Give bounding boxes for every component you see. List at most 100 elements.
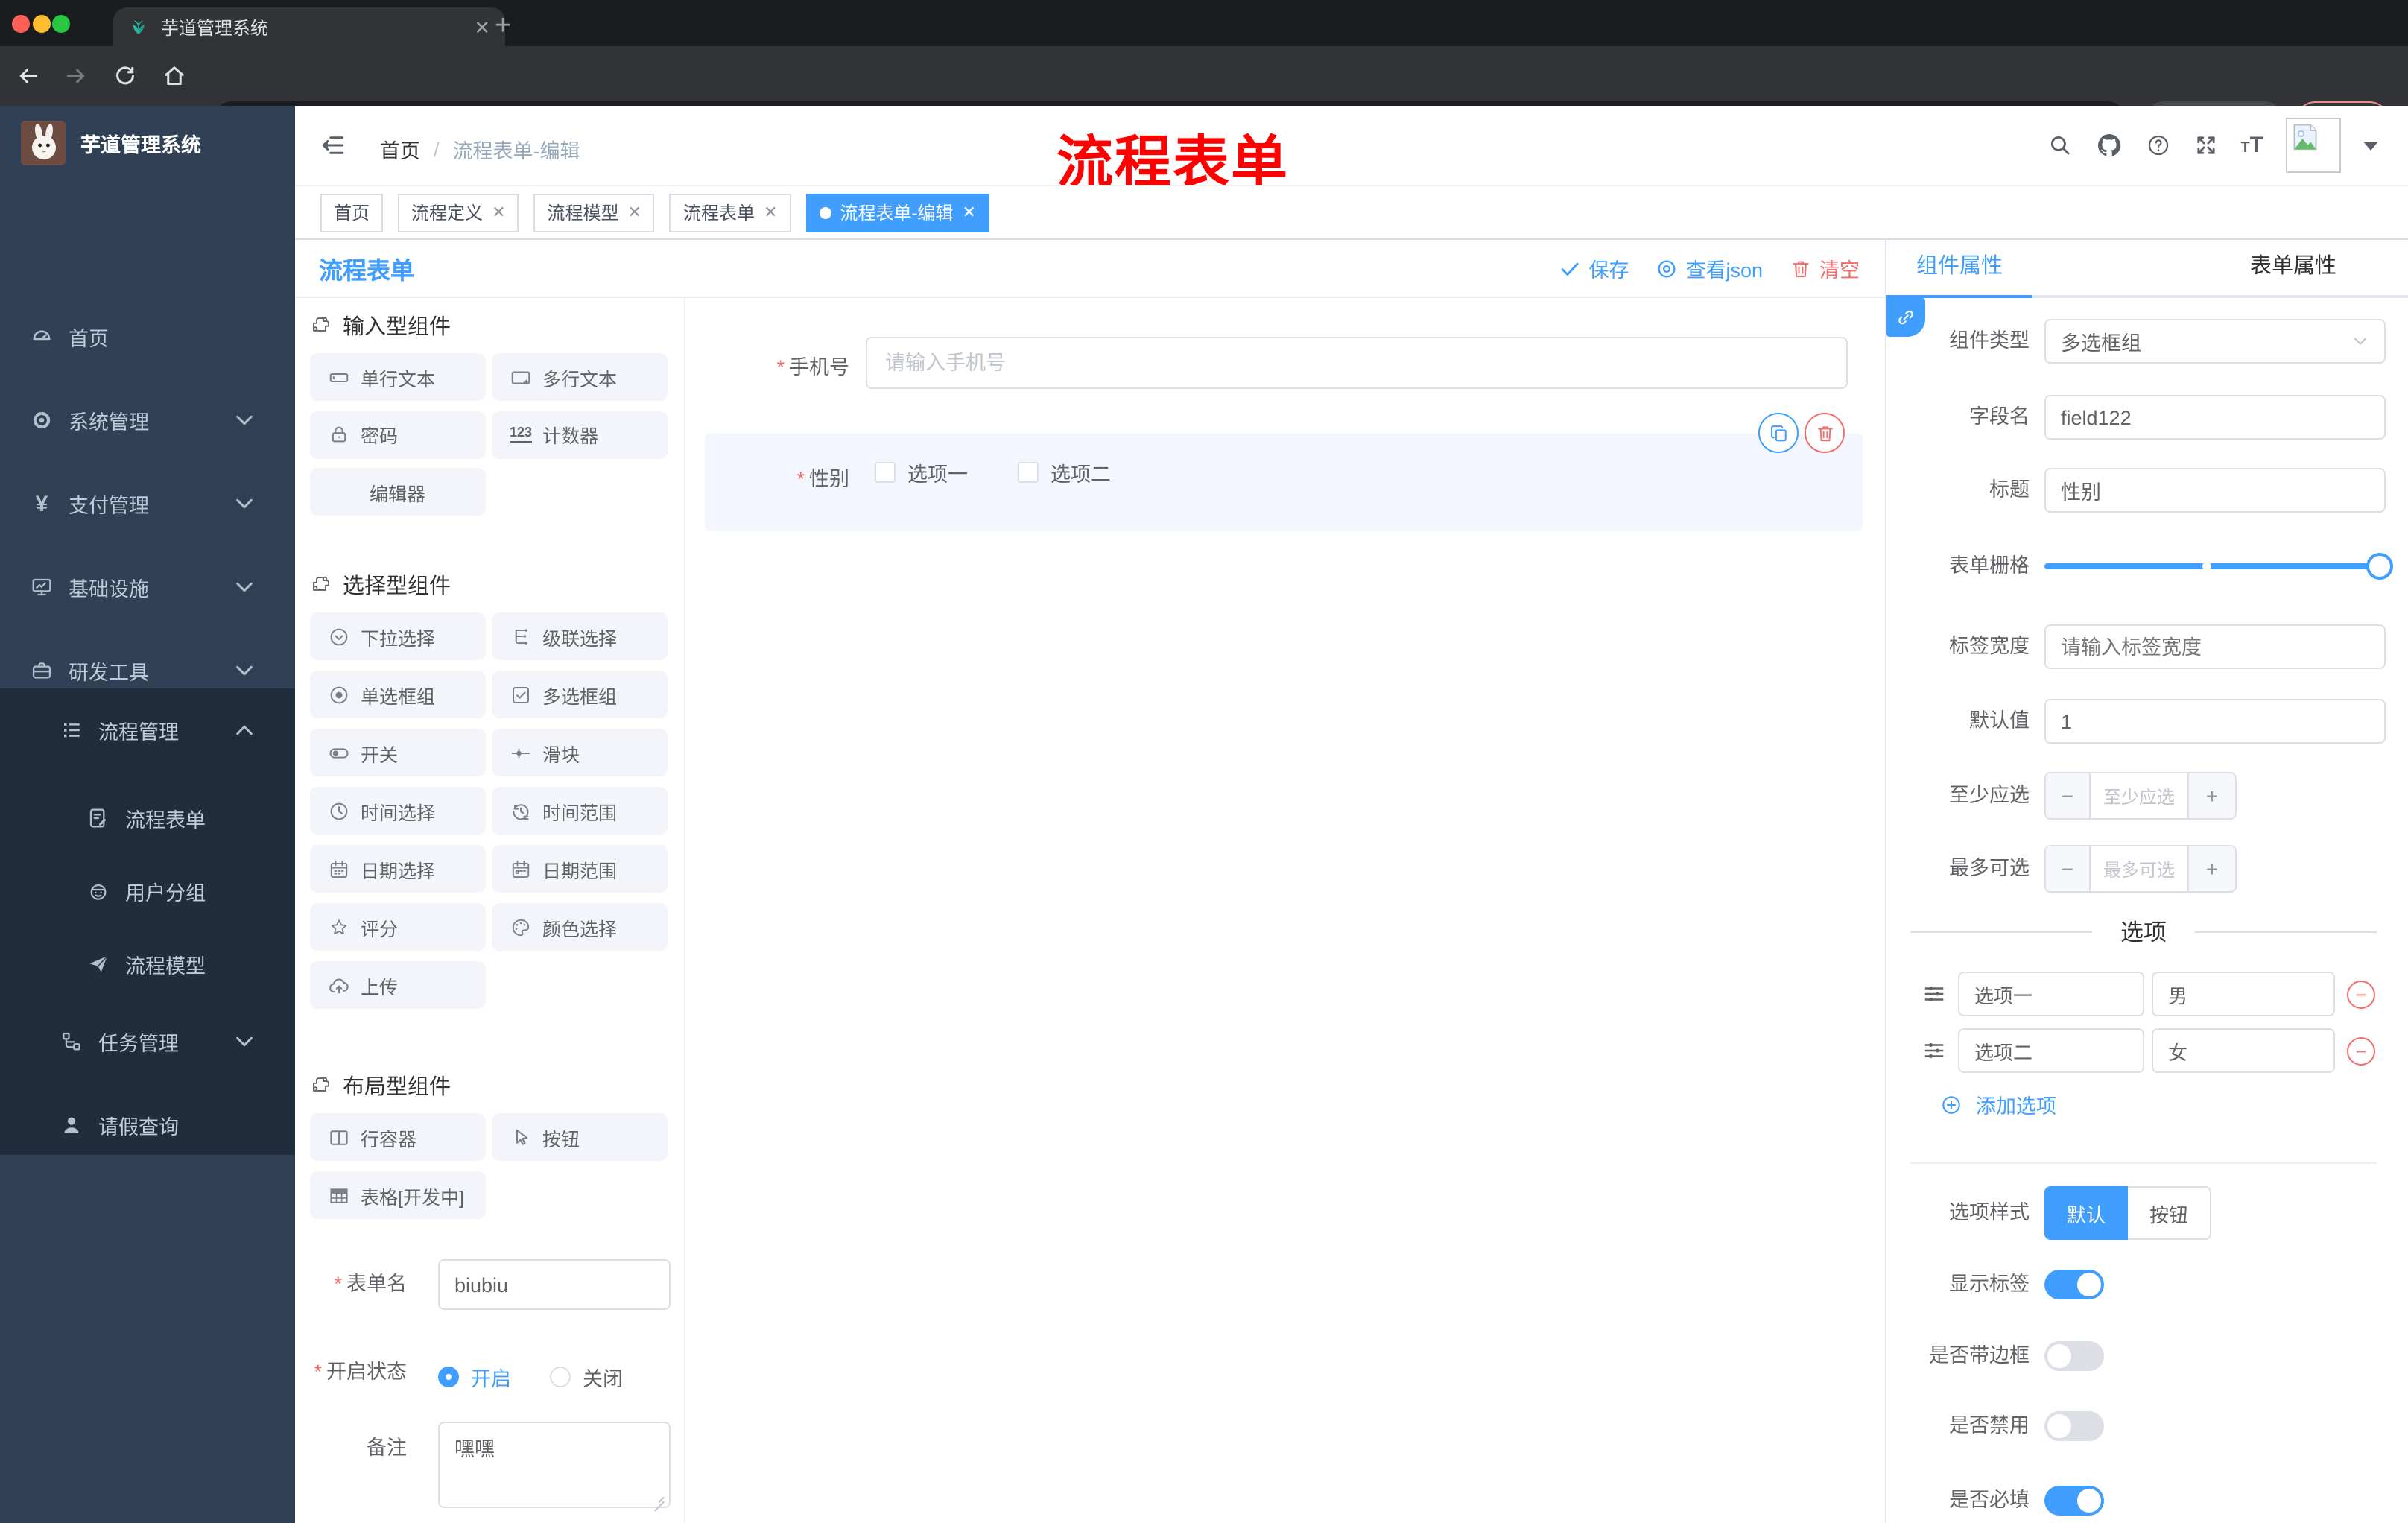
stepper-increase-button[interactable]: + [2187,846,2235,891]
sidebar-item-user-group[interactable]: 用户分组 [0,854,295,927]
default-value-input[interactable] [2044,699,2386,744]
new-tab-button[interactable]: + [495,10,511,43]
palette-item-date[interactable]: 日期选择 [310,845,485,893]
canvas-field-gender-selected[interactable]: * 性别 选项一 选项二 [705,413,1863,531]
palette-item-select[interactable]: 下拉选择 [310,612,485,660]
close-tag-icon[interactable]: ✕ [764,203,777,222]
component-type-select[interactable]: 多选框组 [2044,319,2386,364]
gender-option-1[interactable]: 选项一 [875,457,968,487]
palette-item-color[interactable]: 颜色选择 [492,903,667,951]
breadcrumb-home[interactable]: 首页 [380,134,420,164]
option-label-input[interactable] [1958,972,2144,1016]
sidebar-item-leave-query[interactable]: 请假查询 [0,1083,295,1167]
option-label-input[interactable] [1958,1028,2144,1073]
sidebar-item-process-mgmt[interactable]: 流程管理 [0,688,295,772]
palette-item-password[interactable]: 密码 [310,411,485,458]
form-remark-textarea[interactable]: 嘿嘿 [438,1422,671,1508]
stepper-increase-button[interactable]: + [2187,773,2235,818]
tab-component-props[interactable]: 组件属性 [1886,240,2032,295]
drag-handle-icon[interactable] [1921,1037,1948,1064]
sidebar-item-process-model[interactable]: 流程模型 [0,927,295,1000]
zoom-window-button[interactable] [52,14,71,32]
tag-process-definition[interactable]: 流程定义 ✕ [398,193,519,232]
stepper-decrease-button[interactable]: − [2046,846,2091,891]
browser-tab[interactable]: 芋道管理系统 ✕ [113,7,505,46]
tab-form-props[interactable]: 表单属性 [2220,240,2366,295]
checkbox-icon[interactable] [1018,462,1039,483]
style-button-button[interactable]: 按钮 [2128,1186,2211,1240]
option-value-input[interactable] [2152,972,2335,1016]
stepper-placeholder[interactable]: 最多可选 [2091,846,2187,891]
tag-process-form-edit[interactable]: 流程表单-编辑 ✕ [805,193,989,232]
label-width-input[interactable] [2044,624,2386,669]
sidebar-item-system[interactable]: 系统管理 [0,379,295,462]
stepper-placeholder[interactable]: 至少应选 [2091,773,2187,818]
palette-item-table[interactable]: 表格[开发中] [310,1171,485,1219]
tag-home[interactable]: 首页 [320,193,384,232]
tag-process-model[interactable]: 流程模型 ✕ [533,193,655,232]
palette-item-upload[interactable]: 上传 [310,961,485,1009]
palette-item-slider[interactable]: 滑块 [492,729,667,776]
option-value-input[interactable] [2152,1028,2335,1073]
palette-item-switch[interactable]: 开关 [310,729,485,776]
font-size-icon[interactable]: TT [2240,133,2263,158]
home-icon[interactable] [161,63,188,89]
palette-item-rate[interactable]: 评分 [310,903,485,951]
palette-item-row-container[interactable]: 行容器 [310,1113,485,1161]
stepper-decrease-button[interactable]: − [2046,773,2091,818]
forward-icon[interactable] [63,63,89,89]
close-tag-icon[interactable]: ✕ [962,203,975,222]
border-toggle[interactable] [2044,1341,2104,1371]
required-toggle[interactable] [2044,1486,2104,1516]
github-icon[interactable] [2094,131,2123,159]
close-tag-icon[interactable]: ✕ [628,203,641,222]
sidebar-logo[interactable]: 芋道管理系统 [0,106,295,180]
save-button[interactable]: 保存 [1559,253,1629,283]
gender-option-2[interactable]: 选项二 [1018,457,1111,487]
show-label-toggle[interactable] [2044,1270,2104,1299]
remove-option-button[interactable]: − [2347,981,2375,1009]
sidebar-item-payment[interactable]: ¥ 支付管理 [0,462,295,545]
palette-item-checkbox-group[interactable]: 多选框组 [492,671,667,718]
sidebar-item-infrastructure[interactable]: 基础设施 [0,545,295,629]
palette-item-date-range[interactable]: 日期范围 [492,845,667,893]
copy-component-button[interactable] [1758,413,1799,453]
palette-item-time-range[interactable]: 时间范围 [492,787,667,835]
reload-icon[interactable] [112,63,139,89]
avatar-caret-icon[interactable] [2363,141,2378,150]
palette-item-cascader[interactable]: 级联选择 [492,612,667,660]
minimize-window-button[interactable] [32,14,51,32]
search-icon[interactable] [2047,133,2072,158]
delete-component-button[interactable] [1805,413,1845,453]
drag-handle-icon[interactable] [1921,981,1948,1007]
close-tag-icon[interactable]: ✕ [492,203,505,222]
palette-item-counter[interactable]: 123 计数器 [492,411,667,458]
fullscreen-icon[interactable] [2193,133,2218,158]
remove-option-button[interactable]: − [2347,1037,2375,1066]
view-json-button[interactable]: 查看json [1656,253,1763,283]
palette-item-multi-line[interactable]: 多行文本 [492,353,667,401]
palette-item-single-line[interactable]: 单行文本 [310,353,485,401]
slider-handle[interactable] [2366,553,2393,580]
textarea-resize-handle[interactable] [651,1489,665,1502]
form-grid-slider[interactable] [2044,553,2393,580]
collapse-sidebar-icon[interactable] [319,131,347,159]
title-input[interactable] [2044,468,2386,513]
disabled-toggle[interactable] [2044,1411,2104,1441]
back-icon[interactable] [15,63,42,89]
checkbox-icon[interactable] [875,462,896,483]
status-radio-off[interactable]: 关闭 [550,1362,623,1392]
add-option-button[interactable]: 添加选项 [1940,1089,2056,1119]
sidebar-item-task-mgmt[interactable]: 任务管理 [0,1000,295,1083]
close-tab-icon[interactable]: ✕ [474,17,490,37]
palette-item-time[interactable]: 时间选择 [310,787,485,835]
style-default-button[interactable]: 默认 [2044,1186,2128,1240]
palette-item-button[interactable]: 按钮 [492,1113,667,1161]
help-icon[interactable] [2145,133,2170,158]
palette-item-radio-group[interactable]: 单选框组 [310,671,485,718]
form-name-input[interactable] [438,1259,671,1310]
avatar[interactable] [2286,118,2341,173]
phone-input[interactable] [866,337,1848,389]
palette-item-editor[interactable]: 编辑器 [310,468,485,516]
clear-button[interactable]: 清空 [1790,253,1860,283]
